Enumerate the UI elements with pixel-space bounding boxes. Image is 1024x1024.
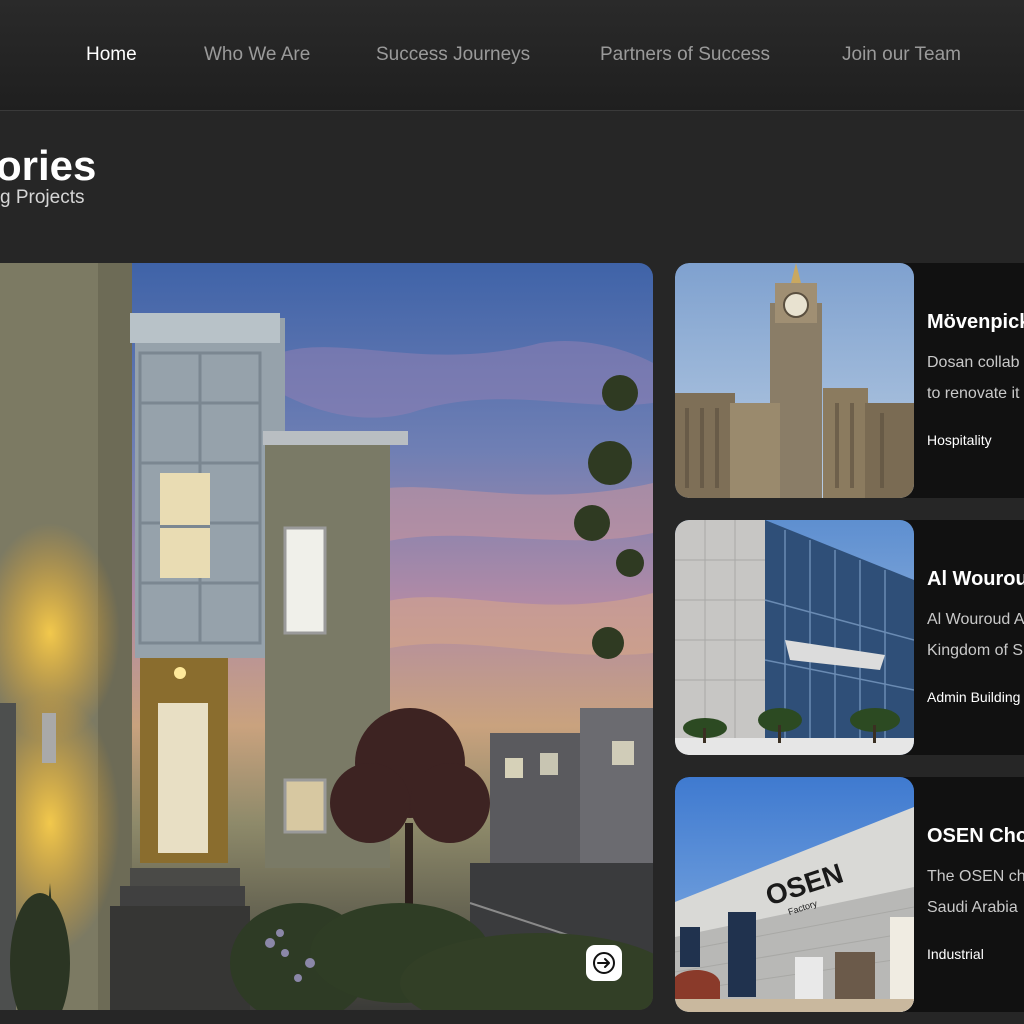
page: Home Who We Are Success Journeys Partner… [0, 0, 1024, 1024]
card-description-line: Dosan collab [927, 354, 1020, 371]
card-thumbnail [675, 263, 914, 498]
featured-project-image[interactable] [0, 263, 653, 1010]
clock-tower-photo [675, 263, 914, 498]
nav-home[interactable]: Home [86, 43, 137, 67]
card-title: Mövenpick [927, 311, 1024, 333]
top-navigation: Home Who We Are Success Journeys Partner… [0, 0, 1024, 111]
nav-who-we-are[interactable]: Who We Are [204, 43, 310, 67]
arrow-right-icon [593, 952, 615, 974]
project-card[interactable]: OSEN Factory OSEN Cho The OSEN ch Saudi … [675, 777, 1024, 1012]
card-thumbnail: OSEN Factory [675, 777, 914, 1012]
card-title: Al Wourou [927, 568, 1024, 590]
project-card[interactable]: Mövenpick Dosan collab to renovate it Ho… [675, 263, 1024, 498]
section-subheading: g Projects [0, 187, 85, 208]
card-category-tag: Admin Building [927, 689, 1021, 705]
house-photo [0, 263, 653, 1010]
nav-success-journeys[interactable]: Success Journeys [376, 43, 530, 67]
next-arrow-button[interactable] [586, 945, 622, 981]
card-description-line: Kingdom of S [927, 642, 1024, 659]
factory-photo: OSEN Factory [675, 777, 914, 1012]
card-description: Al Wouroud A Kingdom of S [927, 604, 1024, 666]
card-description: Dosan collab to renovate it [927, 347, 1024, 409]
card-description: The OSEN ch Saudi Arabia [927, 861, 1024, 923]
project-card[interactable]: Al Wourou Al Wouroud A Kingdom of S Admi… [675, 520, 1024, 755]
card-description-line: The OSEN ch [927, 868, 1024, 885]
nav-join-our-team[interactable]: Join our Team [842, 43, 961, 67]
glass-building-photo [675, 520, 914, 755]
card-description-line: Al Wouroud A [927, 611, 1024, 628]
card-category-tag: Hospitality [927, 432, 992, 448]
nav-partners-of-success[interactable]: Partners of Success [600, 43, 770, 67]
card-description-line: to renovate it [927, 385, 1020, 402]
card-thumbnail [675, 520, 914, 755]
section-heading: ories [0, 142, 97, 190]
card-title: OSEN Cho [927, 825, 1024, 847]
card-description-line: Saudi Arabia [927, 899, 1018, 916]
card-category-tag: Industrial [927, 946, 984, 962]
